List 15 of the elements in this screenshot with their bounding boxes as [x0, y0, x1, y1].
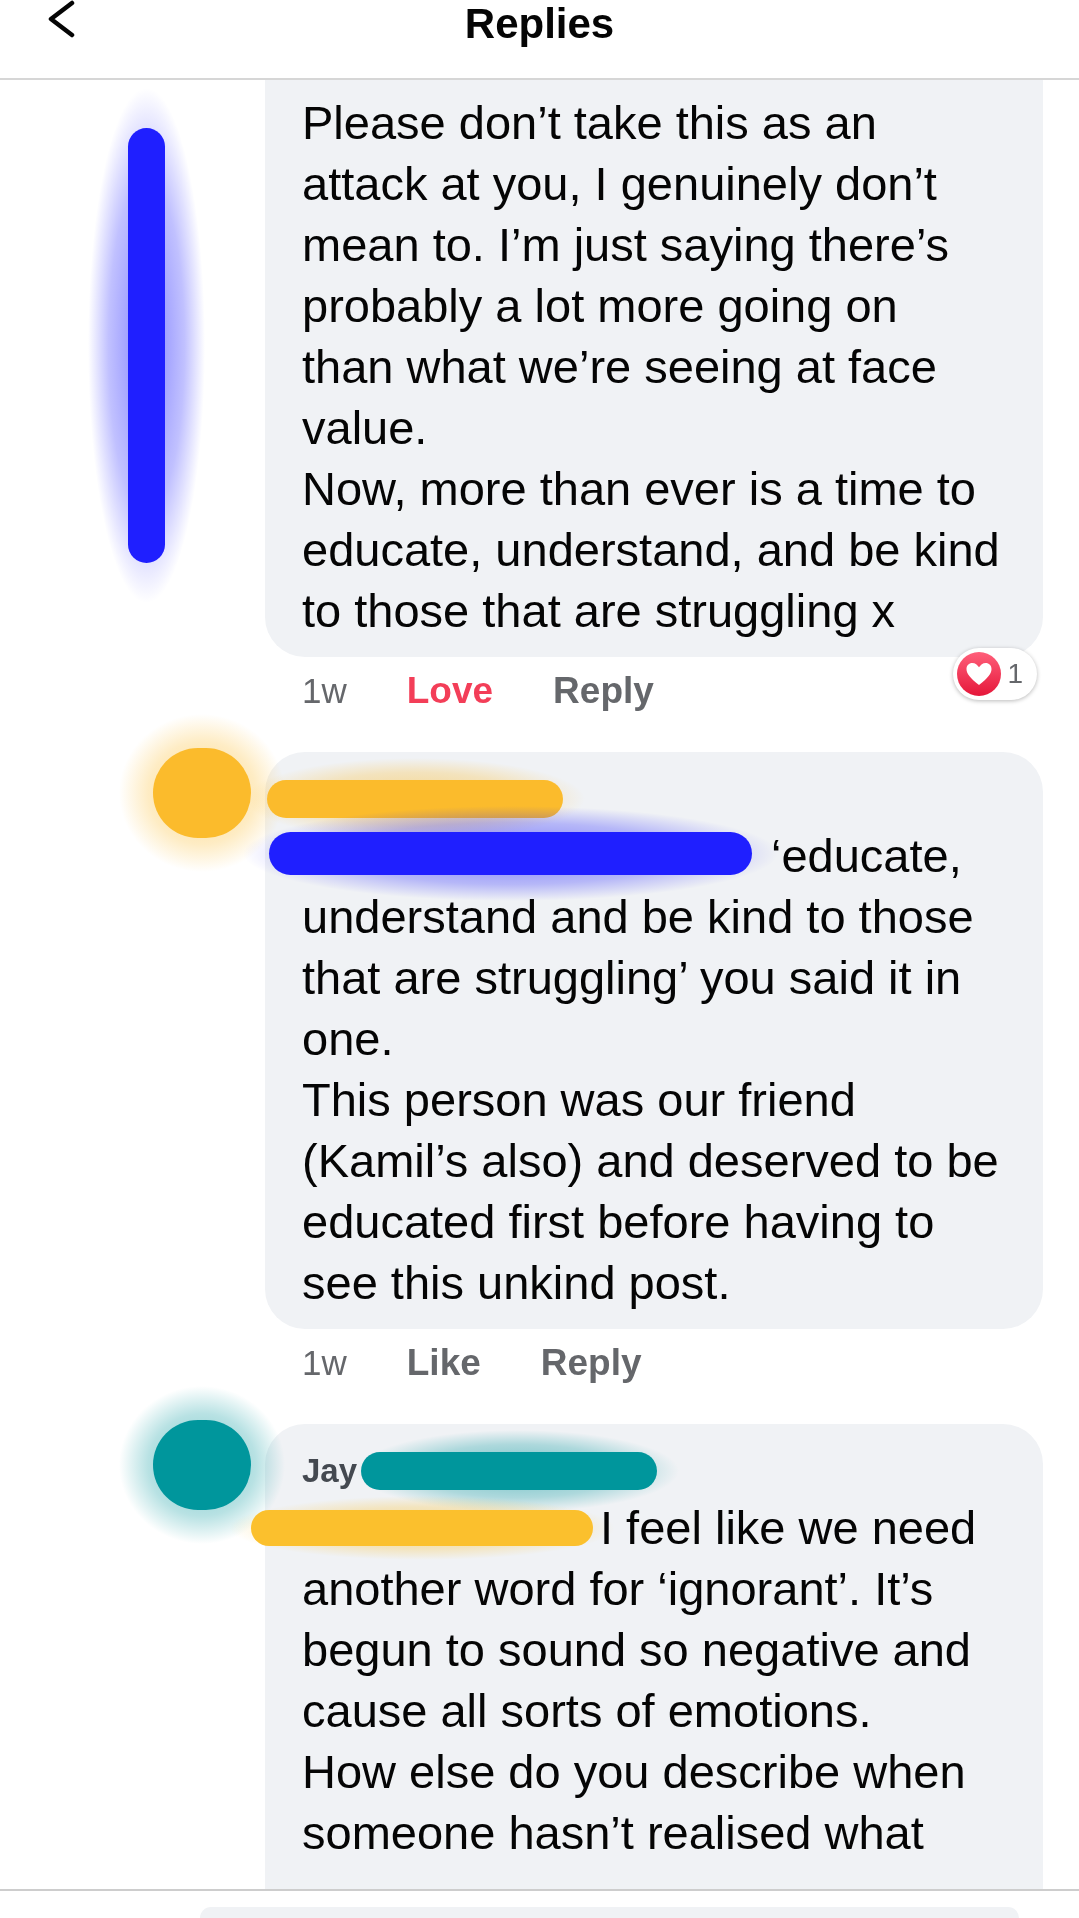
reaction-button[interactable]: Like: [406, 1341, 481, 1385]
author-name[interactable]: Jay: [302, 1448, 358, 1493]
comment-text: This person was our friend (Kamil’s also) and deserved to be educated first before having to see this unkind post.: [302, 1072, 1000, 1311]
comment-time: 1w: [302, 670, 347, 712]
comment-text: ‘educate, understand and be kind to those that are struggling’ you said it in one.: [302, 828, 975, 1067]
page-title: Replies: [464, 0, 615, 48]
reply-button[interactable]: Reply: [540, 1341, 642, 1385]
comment-text: Please don’t take this as an attack at you, I genuinely don’t mean to. I’m just saying there’s probably a lot more going on than what we’re seeing at face value.: [302, 95, 950, 456]
reaction-count-button[interactable]: 1: [953, 648, 1037, 700]
comment-text: I feel like we need another word for ‘ignorant’. It’s begun to sound so negative and cause all sorts of emotions.: [302, 1500, 978, 1739]
reaction-button[interactable]: Love: [406, 669, 494, 713]
comment-time: 1w: [302, 1342, 347, 1384]
reply-button[interactable]: Reply: [553, 669, 654, 713]
comment-text: How else do you describe when someone hasn’t realised what: [302, 1744, 967, 1861]
comment-text: Now, more than ever is a time to educate, understand, and be kind to those that are struggling x: [302, 461, 1001, 639]
